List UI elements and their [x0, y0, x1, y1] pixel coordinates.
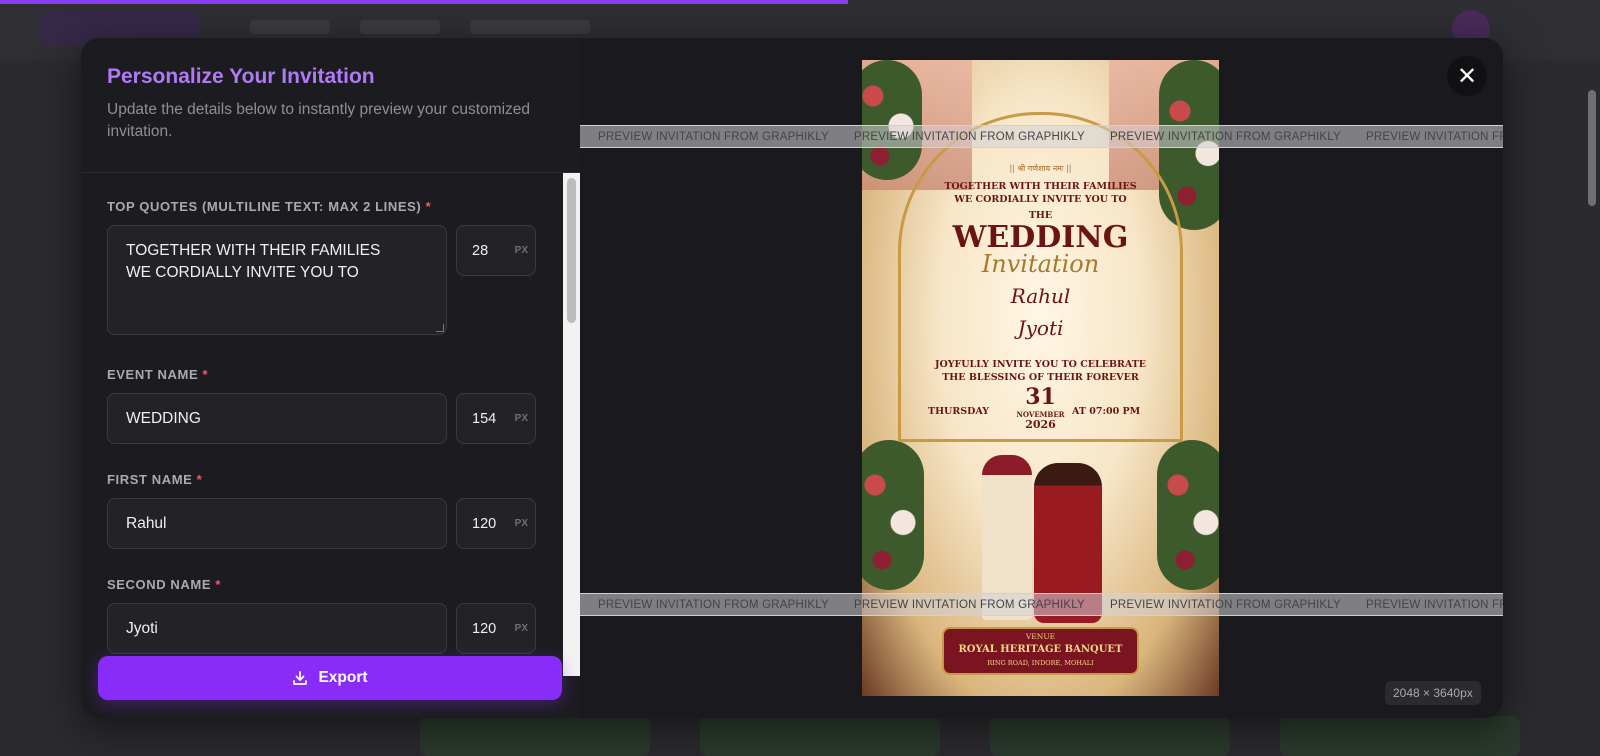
panel-subtitle: Update the details below to instantly pr…	[107, 101, 531, 140]
invite-subtitle: Invitation	[981, 250, 1100, 278]
unit-label: PX	[514, 245, 528, 256]
top-quotes-textarea[interactable]: TOGETHER WITH THEIR FAMILIES WE CORDIALL…	[107, 225, 447, 335]
panel-title: Personalize Your Invitation	[107, 65, 375, 88]
field-label: TOP QUOTES (MULTILINE TEXT: MAX 2 LINES)…	[107, 199, 432, 214]
invite-date: 31	[1025, 384, 1056, 410]
venue-address: RING ROAD, INDORE, MOHALI	[987, 659, 1094, 667]
first-name-size-input[interactable]: 120 PX	[456, 498, 536, 549]
invite-celebrate-1: JOYFULLY INVITE YOU TO CELEBRATE	[934, 359, 1147, 370]
watermark-text: PREVIEW INVITATION FROM GRAPHIKLY	[854, 598, 1085, 611]
background-card	[1280, 716, 1520, 756]
event-name-input[interactable]: WEDDING	[107, 393, 447, 444]
background-card	[700, 716, 940, 756]
field-label: SECOND NAME *	[107, 577, 221, 592]
invite-time: AT 07:00 PM	[1072, 406, 1141, 417]
required-marker: *	[425, 199, 432, 214]
field-top-quotes: TOP QUOTES (MULTILINE TEXT: MAX 2 LINES)…	[107, 199, 536, 335]
preview-panel: || श्री गणेशाय नमः || TOGETHER WITH THEI…	[580, 38, 1503, 718]
flower-decoration	[862, 60, 922, 180]
unit-label: PX	[514, 518, 528, 529]
form-scroll-area: TOP QUOTES (MULTILINE TEXT: MAX 2 LINES)…	[81, 173, 580, 676]
blessing-text: || श्री गणेशाय नमः ||	[1009, 164, 1072, 173]
field-second-name: SECOND NAME * Jyoti 120 PX	[107, 577, 536, 654]
top-quotes-size-input[interactable]: 28 PX	[456, 225, 536, 276]
invite-first-name: Rahul	[1010, 284, 1071, 308]
editor-header: Personalize Your Invitation Update the d…	[81, 38, 580, 173]
resize-handle-icon[interactable]	[436, 324, 444, 332]
second-name-input[interactable]: Jyoti	[107, 603, 447, 654]
export-label: Export	[318, 669, 368, 686]
second-name-size-input[interactable]: 120 PX	[456, 603, 536, 654]
venue-label: VENUE	[1025, 632, 1056, 641]
download-icon	[293, 671, 308, 685]
watermark-strip: PREVIEW INVITATION FROM GRAPHIKLY PREVIE…	[580, 593, 1503, 616]
background-card	[420, 716, 650, 756]
image-dimensions-badge: 2048 × 3640px	[1385, 681, 1481, 705]
watermark-text: PREVIEW INVITATION FROM GRAPHIKLY	[1110, 130, 1341, 143]
watermark-text: PREVIEW INVITATION FROM GRAPHIKLY	[598, 130, 829, 143]
venue-name: ROYAL HERITAGE BANQUET	[958, 644, 1123, 655]
page-scrollbar[interactable]	[1588, 90, 1596, 206]
scrollbar-thumb[interactable]	[567, 178, 576, 323]
invite-second-name: Jyoti	[1017, 316, 1064, 340]
watermark-text: PREVIEW INVITATION FROM GRAPHIKLY	[854, 130, 1085, 143]
watermark-strip: PREVIEW INVITATION FROM GRAPHIKLY PREVIE…	[580, 125, 1503, 148]
invite-year: 2026	[1025, 418, 1056, 431]
venue-banner: VENUE ROYAL HERITAGE BANQUET RING ROAD, …	[942, 627, 1139, 675]
background-nav-item	[250, 20, 330, 34]
close-icon: ✕	[1456, 62, 1478, 90]
loading-progress-bar	[0, 0, 848, 4]
field-first-name: FIRST NAME * Rahul 120 PX	[107, 472, 536, 549]
field-label: EVENT NAME *	[107, 367, 209, 382]
required-marker: *	[196, 472, 203, 487]
invite-line-1: TOGETHER WITH THEIR FAMILIES	[944, 181, 1137, 192]
form-scrollbar[interactable]	[563, 173, 580, 676]
watermark-text: PREVIEW INVITATION FROM GRAPHIKLY	[1366, 130, 1503, 143]
unit-label: PX	[514, 413, 528, 424]
background-card	[990, 716, 1230, 756]
watermark-text: PREVIEW INVITATION FROM GRAPHIKLY	[1110, 598, 1341, 611]
required-marker: *	[215, 577, 221, 592]
watermark-text: PREVIEW INVITATION FROM GRAPHIKLY	[1366, 598, 1503, 611]
flower-decoration	[1157, 440, 1219, 590]
unit-label: PX	[514, 623, 528, 634]
invite-line-2: WE CORDIALLY INVITE YOU TO	[954, 194, 1127, 205]
textarea-value: TOGETHER WITH THEIR FAMILIES WE CORDIALL…	[126, 242, 381, 281]
background-nav-item	[360, 20, 440, 34]
first-name-input[interactable]: Rahul	[107, 498, 447, 549]
flower-decoration	[862, 440, 924, 590]
personalize-modal: Personalize Your Invitation Update the d…	[81, 38, 1503, 718]
close-button[interactable]: ✕	[1447, 56, 1487, 96]
invite-celebrate-2: THE BLESSING OF THEIR FOREVER	[942, 372, 1139, 383]
required-marker: *	[202, 367, 209, 382]
background-nav-item	[470, 20, 590, 34]
field-event-name: EVENT NAME * WEDDING 154 PX	[107, 367, 536, 444]
field-label: FIRST NAME *	[107, 472, 203, 487]
event-name-size-input[interactable]: 154 PX	[456, 393, 536, 444]
watermark-text: PREVIEW INVITATION FROM GRAPHIKLY	[598, 598, 829, 611]
export-button[interactable]: Export	[98, 656, 562, 700]
editor-panel: Personalize Your Invitation Update the d…	[81, 38, 580, 718]
